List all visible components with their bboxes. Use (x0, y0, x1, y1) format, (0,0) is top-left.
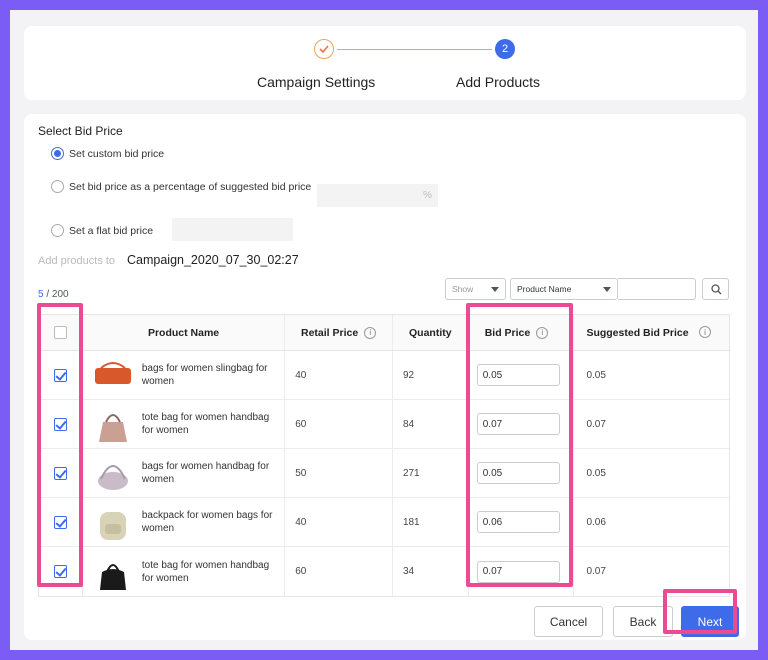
quantity: 92 (393, 351, 469, 399)
table-row: bags for women handbag for women 50 271 … (39, 449, 729, 498)
search-field-label: Product Name (517, 284, 572, 294)
product-thumbnail (98, 414, 127, 442)
header-retail-label: Retail Price (301, 326, 359, 339)
product-cell: tote bag for women handbag for women (83, 400, 286, 448)
search-icon (711, 284, 722, 295)
highlight-next-button (663, 589, 737, 634)
highlight-bid-price-column (466, 303, 573, 587)
radio-button[interactable] (51, 224, 64, 237)
bid-price-title: Select Bid Price (38, 124, 123, 138)
quantity: 84 (393, 400, 469, 448)
search-field-dropdown[interactable]: Product Name (510, 278, 618, 300)
radio-custom-bid[interactable]: Set custom bid price (51, 147, 164, 160)
info-icon[interactable]: i (364, 326, 377, 339)
product-name: bags for women handbag for women (141, 461, 270, 485)
product-name: bags for women slingbag for women (141, 363, 268, 387)
selected-count: 5 / 200 (38, 289, 69, 300)
show-dropdown-label: Show (452, 284, 474, 294)
cancel-button[interactable]: Cancel (534, 606, 603, 637)
header-suggested-bid: Suggested Bid Price i (574, 315, 729, 350)
show-dropdown[interactable]: Show (445, 278, 506, 300)
header-suggested-label: Suggested Bid Price (586, 326, 689, 339)
radio-flat-bid[interactable]: Set a flat bid price (51, 224, 153, 237)
selected-count-value: 5 (38, 289, 44, 300)
product-name: backpack for women bags for women (141, 510, 273, 534)
suggested-bid-price: 0.05 (586, 369, 606, 381)
suggested-bid-price: 0.07 (586, 418, 606, 430)
total-count: / 200 (46, 289, 69, 300)
header-product-name: Product Name (83, 315, 286, 350)
header-retail-price: Retail Price i (285, 315, 393, 350)
radio-label: Set bid price as a percentage of suggest… (69, 180, 312, 193)
product-cell: backpack for women bags for women (83, 498, 286, 546)
radio-button[interactable] (51, 180, 64, 193)
check-icon (314, 39, 334, 59)
search-button[interactable] (702, 278, 729, 300)
retail-price: 60 (285, 547, 393, 596)
product-name: tote bag for women handbag for women (141, 559, 270, 584)
chevron-down-icon (491, 287, 499, 292)
retail-price: 40 (285, 351, 393, 399)
percentage-input[interactable] (317, 184, 438, 207)
retail-price: 60 (285, 400, 393, 448)
product-cell: bags for women handbag for women (83, 449, 286, 497)
campaign-name: Campaign_2020_07_30_02:27 (127, 253, 299, 267)
step-add-products[interactable]: Add Products (456, 74, 540, 90)
page-frame: 2 Campaign Settings Add Products Select … (10, 10, 758, 650)
quantity: 34 (393, 547, 469, 596)
chevron-down-icon (603, 287, 611, 292)
product-thumbnail (99, 563, 126, 590)
table-header: Product Name Retail Price i Quantity Bid… (39, 315, 729, 351)
main-card: Select Bid Price Set custom bid price Se… (24, 114, 746, 640)
product-cell: tote bag for women handbag for women (83, 547, 286, 596)
table-row: tote bag for women handbag for women 60 … (39, 400, 729, 449)
retail-price: 50 (285, 449, 393, 497)
flat-bid-input[interactable] (172, 218, 293, 241)
quantity: 271 (393, 449, 469, 497)
percent-suffix: % (423, 190, 432, 201)
product-thumbnail (99, 512, 126, 540)
search-input[interactable] (618, 278, 696, 300)
radio-label: Set a flat bid price (69, 224, 154, 237)
highlight-checkbox-column (37, 303, 83, 587)
suggested-bid-price: 0.06 (586, 516, 606, 528)
add-products-label: Add products to (38, 255, 116, 267)
header-quantity: Quantity (393, 315, 469, 350)
product-thumbnail (97, 465, 128, 490)
product-cell: bags for women slingbag for women (83, 351, 286, 399)
info-icon[interactable]: i (699, 326, 711, 338)
radio-percentage-bid[interactable]: Set bid price as a percentage of suggest… (51, 180, 311, 193)
product-name: tote bag for women handbag for women (141, 412, 270, 436)
table-row: bags for women slingbag for women 40 92 … (39, 351, 729, 400)
radio-label: Set custom bid price (69, 147, 165, 160)
table-row: backpack for women bags for women 40 181… (39, 498, 729, 547)
step-connector (337, 49, 492, 50)
quantity: 181 (393, 498, 469, 546)
products-table: Product Name Retail Price i Quantity Bid… (38, 314, 730, 597)
step-campaign-settings[interactable]: Campaign Settings (257, 74, 375, 90)
step-number-badge: 2 (495, 39, 515, 59)
retail-price: 40 (285, 498, 393, 546)
table-body: bags for women slingbag for women 40 92 … (39, 351, 729, 596)
radio-button[interactable] (51, 147, 64, 160)
stepper-card: 2 Campaign Settings Add Products (24, 26, 746, 100)
product-thumbnail (94, 362, 131, 384)
suggested-bid-price: 0.05 (586, 467, 606, 479)
table-row: tote bag for women handbag for women 60 … (39, 547, 729, 596)
